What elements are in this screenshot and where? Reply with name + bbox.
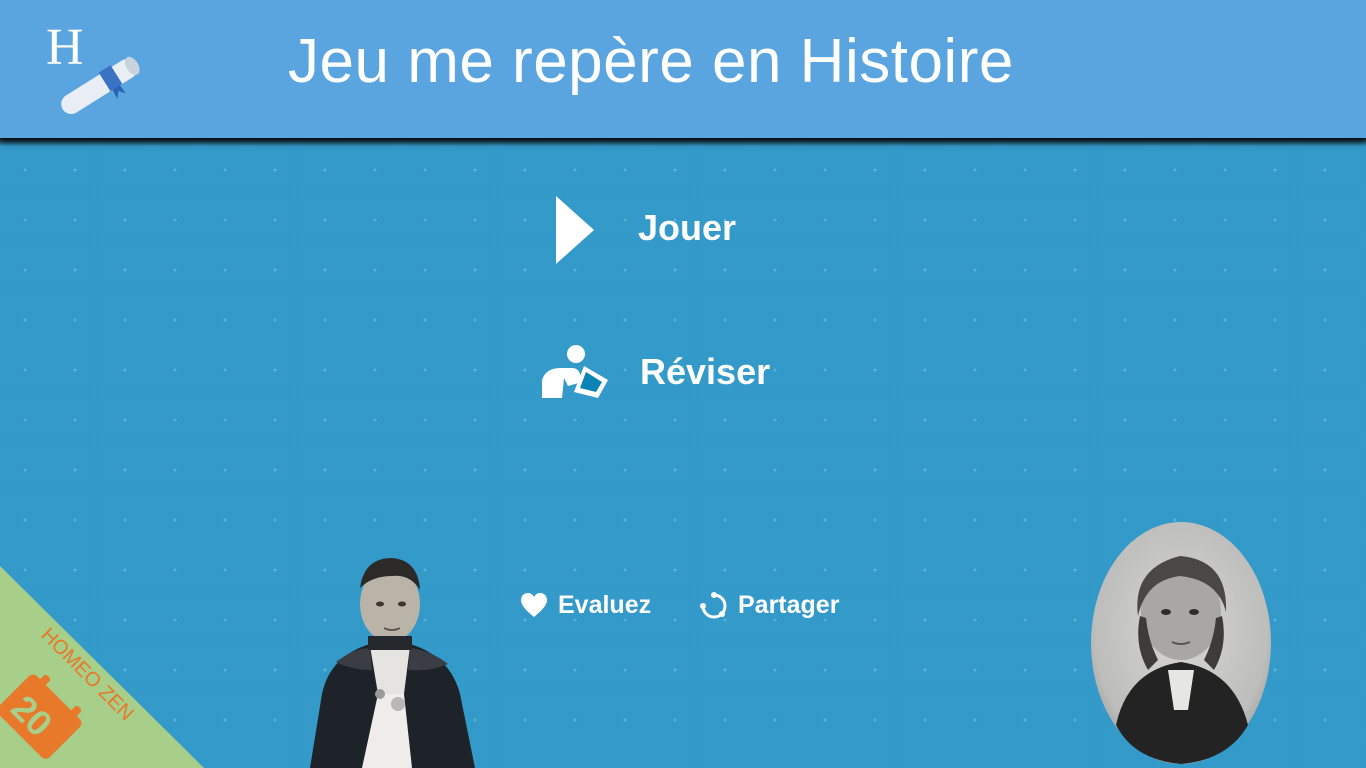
rate-link[interactable]: Evaluez bbox=[520, 591, 651, 620]
homeo-zen-badge[interactable]: HOMEO ZEN 20 bbox=[0, 566, 204, 768]
history-diploma-logo-icon: H bbox=[46, 19, 140, 115]
share-label: Partager bbox=[738, 591, 840, 619]
share-link[interactable]: Partager bbox=[700, 591, 839, 620]
napoleon-portrait-image bbox=[310, 558, 475, 768]
review-label: Réviser bbox=[640, 351, 771, 392]
rate-label: Evaluez bbox=[558, 591, 652, 619]
oval-portrait-image bbox=[1091, 522, 1271, 764]
page-title: Jeu me repère en Histoire bbox=[288, 27, 1014, 96]
play-button[interactable]: Jouer bbox=[548, 190, 736, 266]
share-circle-icon bbox=[700, 591, 727, 618]
app-header: H Jeu me repère en Histoire bbox=[0, 0, 1366, 138]
heart-icon bbox=[521, 592, 547, 617]
svg-text:H: H bbox=[46, 19, 84, 76]
play-label: Jouer bbox=[638, 207, 737, 248]
reading-person-icon bbox=[542, 345, 608, 398]
play-triangle-icon bbox=[556, 196, 594, 264]
review-button[interactable]: Réviser bbox=[538, 342, 770, 402]
